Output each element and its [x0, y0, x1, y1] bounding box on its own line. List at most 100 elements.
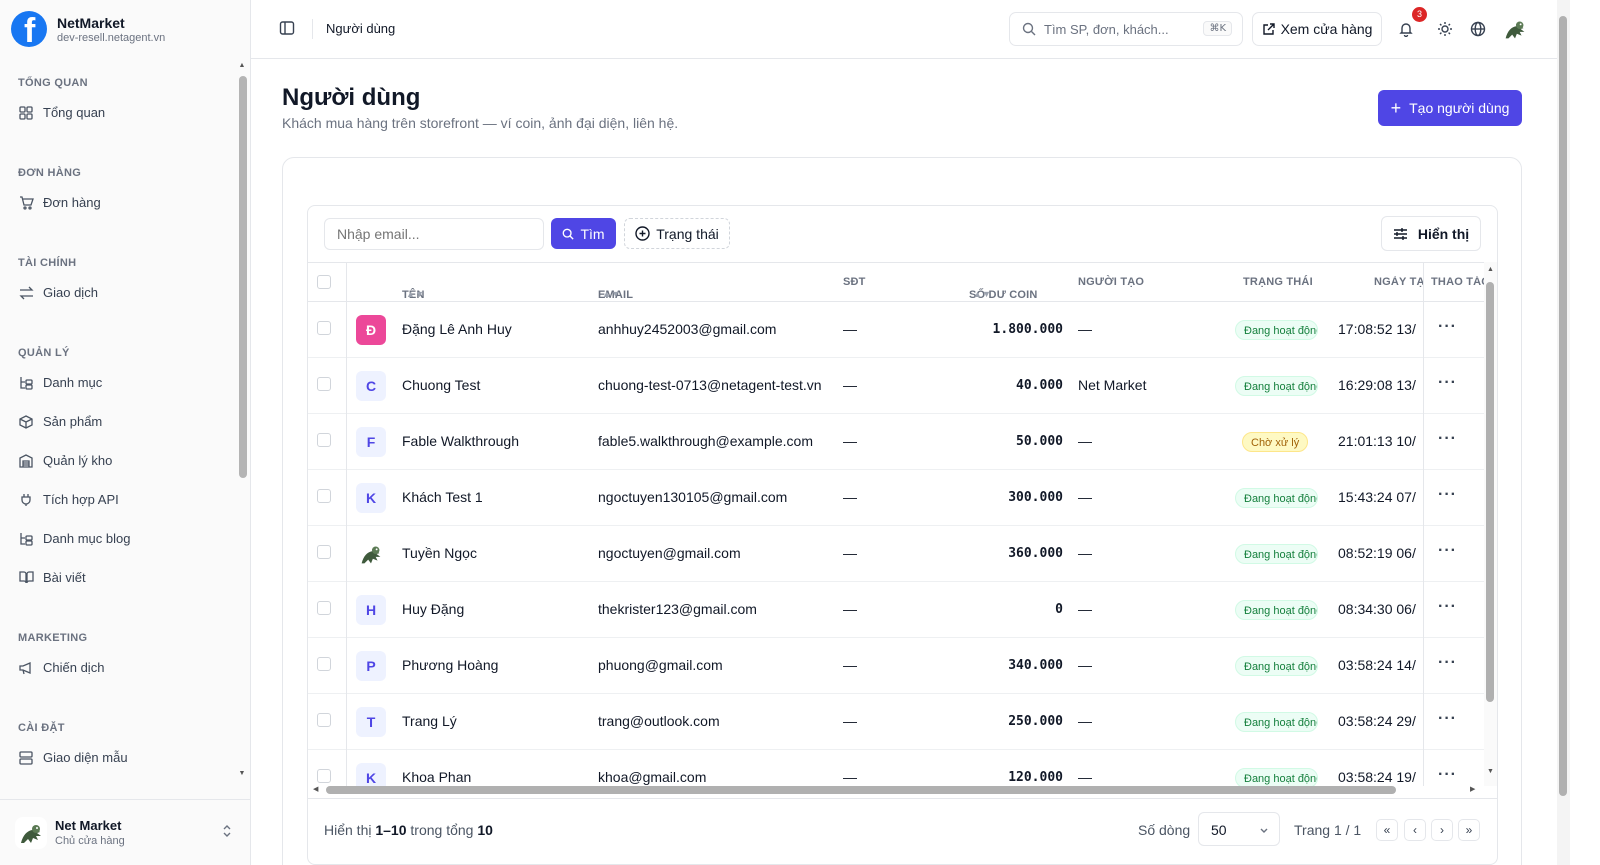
sun-icon[interactable] — [1435, 19, 1455, 39]
bell-icon[interactable] — [1396, 19, 1416, 39]
user-avatar: Đ — [356, 315, 386, 345]
brand[interactable]: f NetMarket dev-resell.netagent.vn — [0, 0, 250, 58]
row-checkbox[interactable] — [317, 433, 331, 447]
sidebar-item-api[interactable]: Tích hợp API — [0, 480, 238, 519]
row-actions-icon[interactable]: ··· — [1438, 486, 1457, 504]
search-placeholder: Tìm SP, đơn, khách... — [1044, 21, 1169, 37]
table-row[interactable]: Tuyền Ngọc ngoctuyen@gmail.com — 360.000 — Đa… — [308, 526, 1484, 582]
account-switcher[interactable]: Net Market Chủ cửa hàng — [0, 799, 250, 865]
user-created-at: 21:01:13 10/ — [1338, 433, 1416, 449]
row-checkbox[interactable] — [317, 321, 331, 335]
scroll-up-arrow[interactable]: ▲ — [238, 62, 246, 69]
user-avatar — [356, 539, 386, 569]
email-search-input[interactable] — [324, 218, 544, 250]
table-row[interactable]: H Huy Đặng thekrister123@gmail.com — 0 — Đang … — [308, 582, 1484, 638]
sidebar-item-posts[interactable]: Bài viết — [0, 558, 238, 597]
sidebar-item-templates[interactable]: Giao diện mẫu — [0, 738, 238, 777]
scroll-down-arrow[interactable]: ▼ — [1487, 768, 1494, 775]
global-search[interactable]: Tìm SP, đơn, khách... ⌘K — [1009, 12, 1243, 46]
user-name[interactable]: Phương Hoàng — [402, 657, 592, 673]
display-options-label: Hiển thị — [1417, 225, 1470, 242]
sidebar-item-label: Danh mục blog — [43, 531, 131, 546]
prev-page-button[interactable]: ‹ — [1404, 819, 1426, 841]
table-row[interactable]: F Fable Walkthrough fable5.walkthrough@exa… — [308, 414, 1484, 470]
box-icon — [18, 414, 34, 430]
sidebar-item-transactions[interactable]: Giao dịch — [0, 273, 238, 312]
row-actions-icon[interactable]: ··· — [1438, 542, 1457, 560]
pagination-info: Hiển thị 1–10 trong tổng 10 — [324, 822, 493, 838]
scroll-up-arrow[interactable]: ▲ — [1487, 266, 1494, 273]
sidebar-scrollbar[interactable] — [239, 76, 247, 478]
user-name[interactable]: Huy Đặng — [402, 601, 592, 617]
user-name[interactable]: Đặng Lê Anh Huy — [402, 321, 592, 337]
table-row[interactable]: K Khách Test 1 ngoctuyen130105@gmail.com — 3… — [308, 470, 1484, 526]
table-row[interactable]: K Khoa Phan khoa@gmail.com — 120.000 — Đang ho… — [308, 750, 1484, 786]
template-icon — [18, 750, 34, 766]
display-options-button[interactable]: Hiển thị — [1381, 216, 1481, 251]
row-actions-icon[interactable]: ··· — [1438, 374, 1457, 392]
sidebar-nav: TỔNG QUAN Tổng quan ĐƠN HÀNG Đơn hàng TÀ… — [0, 60, 238, 782]
table-row[interactable]: T Trang Lý trang@outlook.com — 250.000 — Đang … — [308, 694, 1484, 750]
scroll-down-arrow[interactable]: ▼ — [238, 770, 246, 777]
last-page-button[interactable]: » — [1458, 819, 1480, 841]
sidebar-item-categories[interactable]: Danh mục — [0, 363, 238, 402]
store-role: Chủ cửa hàng — [55, 835, 125, 847]
brand-name: NetMarket — [57, 14, 125, 31]
globe-icon[interactable] — [1468, 19, 1488, 39]
row-checkbox[interactable] — [317, 657, 331, 671]
sidebar-item-blog-categories[interactable]: Danh mục blog — [0, 519, 238, 558]
row-actions-icon[interactable]: ··· — [1438, 318, 1457, 336]
row-checkbox[interactable] — [317, 377, 331, 391]
user-name[interactable]: Khoa Phan — [402, 769, 592, 785]
sidebar-item-orders[interactable]: Đơn hàng — [0, 183, 238, 222]
user-phone: — — [843, 321, 857, 337]
scroll-left-arrow[interactable]: ◀ — [313, 785, 318, 793]
row-actions-icon[interactable]: ··· — [1438, 710, 1457, 728]
section-title-settings: CÀI ĐẶT — [18, 722, 65, 734]
rows-per-page-select[interactable]: 50 — [1198, 812, 1280, 846]
row-checkbox[interactable] — [317, 489, 331, 503]
create-user-label: Tạo người dùng — [1409, 100, 1510, 116]
user-phone: — — [843, 601, 857, 617]
view-store-button[interactable]: Xem cửa hàng — [1252, 12, 1382, 46]
sidebar-item-products[interactable]: Sản phẩm — [0, 402, 238, 441]
status-filter-button[interactable]: Trạng thái — [624, 218, 730, 249]
row-checkbox[interactable] — [317, 601, 331, 615]
row-actions-icon[interactable]: ··· — [1438, 654, 1457, 672]
table-row[interactable]: Đ Đặng Lê Anh Huy anhhuy2452003@gmail.com —… — [308, 302, 1484, 358]
user-name[interactable]: Khách Test 1 — [402, 489, 592, 505]
sidebar-item-label: Danh mục — [43, 375, 103, 390]
user-name[interactable]: Fable Walkthrough — [402, 433, 592, 449]
user-name[interactable]: Trang Lý — [402, 713, 592, 729]
user-name[interactable]: Chuong Test — [402, 377, 592, 393]
sidebar-toggle-icon[interactable] — [279, 20, 297, 38]
select-all-checkbox[interactable] — [317, 275, 331, 289]
row-actions-icon[interactable]: ··· — [1438, 430, 1457, 448]
table-row[interactable]: C Chuong Test chuong-test-0713@netagent-te… — [308, 358, 1484, 414]
row-checkbox[interactable] — [317, 769, 331, 783]
user-avatar: K — [356, 763, 386, 786]
user-avatar[interactable] — [1500, 14, 1530, 44]
search-button[interactable]: Tìm — [551, 218, 616, 249]
row-checkbox[interactable] — [317, 713, 331, 727]
table-row[interactable]: P Phương Hoàng phuong@gmail.com — 340.000 — Đa… — [308, 638, 1484, 694]
sidebar-item-warehouse[interactable]: Quản lý kho — [0, 441, 238, 480]
sidebar-item-overview[interactable]: Tổng quan — [0, 93, 238, 132]
table-vertical-scrollbar[interactable] — [1486, 282, 1494, 702]
user-coin-balance: 40.000 — [1016, 378, 1063, 393]
first-page-button[interactable]: « — [1376, 819, 1398, 841]
next-page-button[interactable]: › — [1431, 819, 1453, 841]
row-checkbox[interactable] — [317, 545, 331, 559]
view-store-label: Xem cửa hàng — [1280, 21, 1373, 37]
create-user-button[interactable]: + Tạo người dùng — [1378, 90, 1522, 126]
cart-icon — [18, 195, 34, 211]
scroll-right-arrow[interactable]: ▶ — [1470, 785, 1475, 793]
row-actions-icon[interactable]: ··· — [1438, 766, 1457, 784]
table-horizontal-scrollbar[interactable] — [326, 786, 1396, 794]
user-creator: — — [1078, 489, 1092, 505]
sidebar-item-campaigns[interactable]: Chiến dịch — [0, 648, 238, 687]
window-scrollbar[interactable] — [1559, 16, 1567, 796]
user-created-at: 17:08:52 13/ — [1338, 321, 1416, 337]
row-actions-icon[interactable]: ··· — [1438, 598, 1457, 616]
user-name[interactable]: Tuyền Ngọc — [402, 545, 592, 561]
